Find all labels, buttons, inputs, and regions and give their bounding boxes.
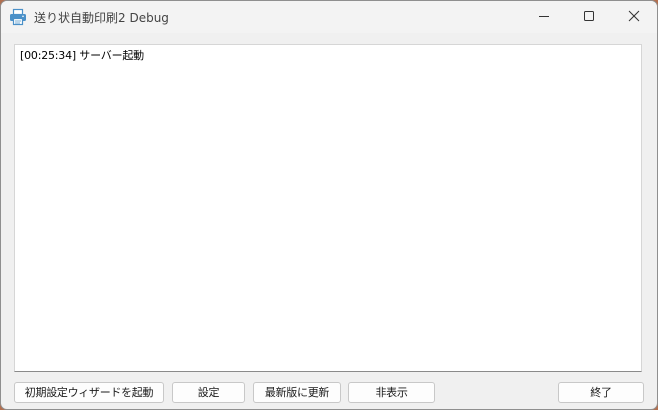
main-window: 送り状自動印刷2 Debug [00:25:34] サーバー起動 初期設定ウィザ… [0,0,658,410]
window-title: 送り状自動印刷2 Debug [34,11,169,25]
title-bar[interactable]: 送り状自動印刷2 Debug [1,1,657,33]
close-icon [628,10,640,22]
log-output[interactable]: [00:25:34] サーバー起動 [14,44,642,372]
exit-button[interactable]: 終了 [558,382,644,403]
update-button[interactable]: 最新版に更新 [253,382,341,403]
printer-icon [9,8,27,26]
minimize-icon [539,16,549,17]
maximize-button[interactable] [566,1,612,31]
hide-button[interactable]: 非表示 [348,382,435,403]
minimize-button[interactable] [521,1,567,31]
log-line: [00:25:34] サーバー起動 [20,49,144,62]
maximize-icon [584,11,594,21]
settings-button[interactable]: 設定 [172,382,245,403]
close-button[interactable] [611,1,657,31]
setup-wizard-button[interactable]: 初期設定ウィザードを起動 [14,382,164,403]
